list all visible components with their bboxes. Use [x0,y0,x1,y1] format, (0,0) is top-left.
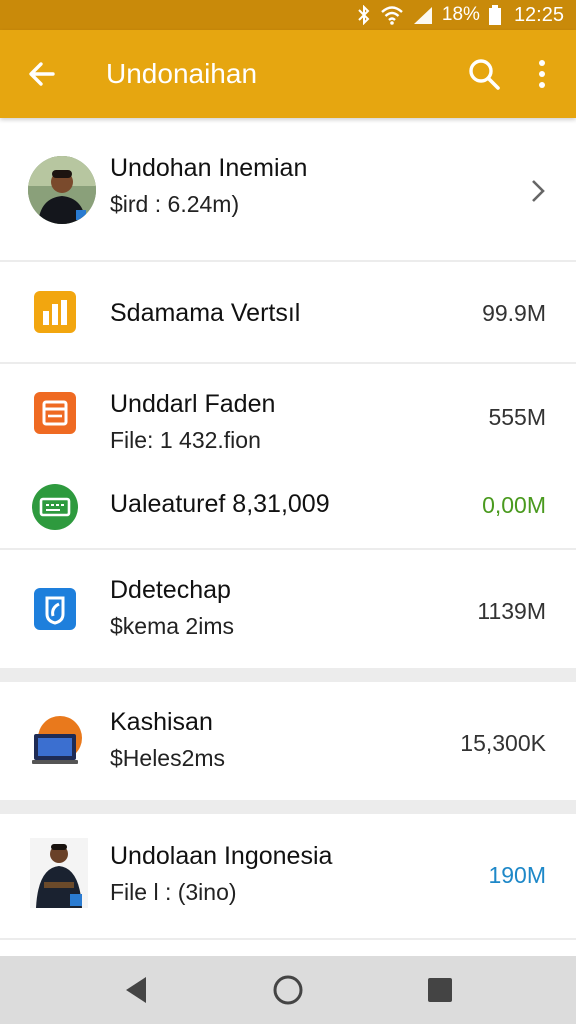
profile-text: Undohan Inemian $ird : 6.24m) [110,154,307,218]
clock: 12:25 [513,3,564,26]
app-bar: Undonaihan [0,30,576,118]
list-group: Unddarl Faden File: 1 432.fion 555M Uale… [0,364,576,548]
profile-subtitle: $ird : 6.24m) [110,191,240,217]
item-title: Unddarl Faden [110,390,276,418]
system-nav-bar [0,956,576,1024]
list-item[interactable]: Unddarl Faden File: 1 432.fion 555M [0,364,576,464]
arrow-left-icon [29,62,55,86]
more-vert-icon [539,60,545,88]
item-subtitle: File: 1 432.fion [110,427,261,453]
ticket-app-icon [32,484,78,530]
person-photo-icon [30,838,88,908]
list-item[interactable]: Kashisan $Heles2ms 15,300K [0,682,576,800]
nav-back-icon [126,977,146,1003]
status-bar: 18% 12:25 [0,0,576,30]
wifi-icon [380,5,404,25]
item-size: 555M [488,404,546,430]
item-subtitle: $kema 2ims [110,613,234,639]
overflow-menu-button[interactable] [518,50,566,98]
shield-app-icon [34,588,76,630]
laptop-app-icon [30,714,84,768]
search-button[interactable] [460,50,508,98]
bluetooth-icon [356,5,372,25]
item-subtitle: $Heles2ms [110,745,226,771]
nav-home-button[interactable] [258,960,318,1020]
nav-recents-icon [428,978,452,1002]
profile-name: Undohan Inemian [110,154,308,182]
item-title: Sdamama Vertsıl [110,299,301,327]
list-item[interactable]: Undolaan Ingonesia File l : (3ino) 190M [0,814,576,938]
battery-icon [488,4,502,26]
list-item-partial [0,940,576,956]
item-size: 0,00M [482,492,546,518]
page-title: Undonaihan [106,58,258,89]
item-size: 15,300K [460,730,546,756]
item-title: Kashisan [110,708,213,736]
chevron-right-icon [532,180,545,202]
item-subtitle: File l : (3ino) [110,879,237,905]
item-size: 190M [488,862,546,888]
bar-chart-app-icon [34,291,76,333]
item-size: 99.9M [482,300,546,326]
content-list: Undohan Inemian $ird : 6.24m) Sdamama Ve… [0,118,576,956]
back-button[interactable] [18,50,66,98]
avatar [28,156,96,224]
item-size: 1139M [477,598,546,624]
list-item[interactable]: Ddetechap $kema 2ims 1139M [0,550,576,668]
list-item[interactable]: Ualeaturef 8,31,009 0,00M [0,464,576,548]
signal-icon [412,5,434,25]
item-title: Undolaan Ingonesia [110,842,333,870]
item-title: Ddetechap [110,576,231,604]
battery-percent: 18% [441,4,480,25]
nav-recents-button[interactable] [410,960,470,1020]
search-icon [469,59,500,90]
document-app-icon [34,392,76,434]
list-item[interactable]: Sdamama Vertsıl 99.9M [0,262,576,362]
item-title: Ualeaturef 8,31,009 [110,490,330,518]
nav-home-icon [273,975,303,1005]
nav-back-button[interactable] [106,960,166,1020]
profile-card[interactable]: Undohan Inemian $ird : 6.24m) [0,118,576,260]
